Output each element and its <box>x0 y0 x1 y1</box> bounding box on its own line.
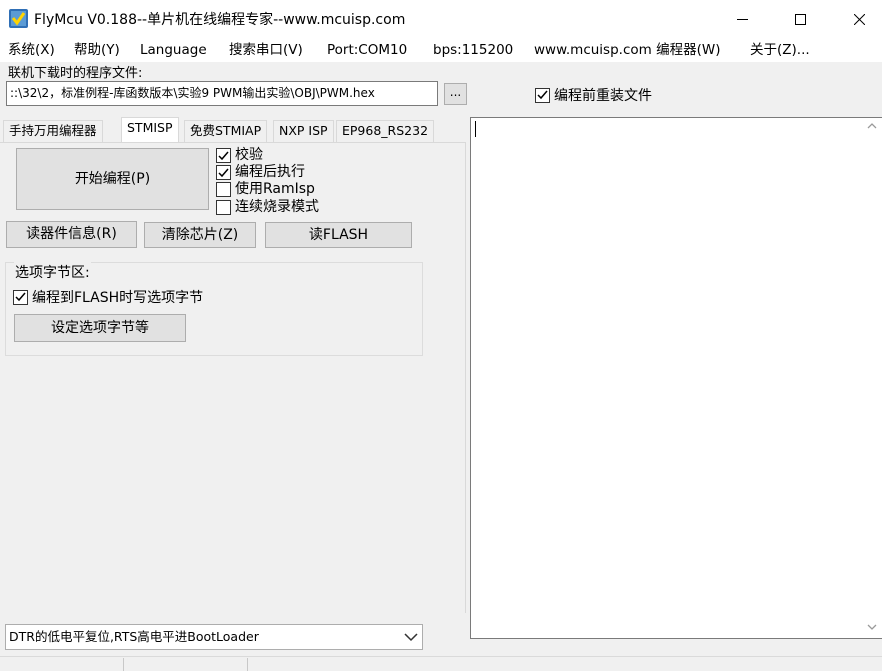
checkbox-unchecked-icon <box>216 182 231 197</box>
tab-stmisp[interactable]: STMISP <box>121 117 179 143</box>
tab-nxp-isp[interactable]: NXP ISP <box>273 120 334 142</box>
tab-free-stmiap[interactable]: 免费STMIAP <box>184 120 268 142</box>
close-button[interactable] <box>836 0 882 38</box>
write-option-bytes-label: 编程到FLASH时写选项字节 <box>32 290 204 306</box>
set-option-bytes-button[interactable]: 设定选项字节等 <box>14 314 186 342</box>
log-output-area[interactable] <box>470 117 882 639</box>
text-caret <box>475 121 476 137</box>
app-logo-icon <box>9 9 28 28</box>
erase-chip-button[interactable]: 清除芯片(Z) <box>144 222 256 248</box>
option-run-after-label: 编程后执行 <box>235 164 305 180</box>
checkbox-checked-icon <box>535 87 550 103</box>
option-verify-checkbox[interactable]: 校验 <box>216 147 263 164</box>
status-separator <box>123 658 124 671</box>
checkbox-unchecked-icon <box>216 200 231 215</box>
reset-mode-select[interactable]: DTR的低电平复位,RTS高电平进BootLoader <box>5 624 423 650</box>
reload-file-label: 编程前重装文件 <box>554 88 652 104</box>
menu-bps[interactable]: bps:115200 <box>433 42 513 58</box>
scroll-up-icon[interactable] <box>866 121 878 131</box>
write-option-bytes-checkbox[interactable]: 编程到FLASH时写选项字节 <box>13 287 203 307</box>
tab-handheld-programmer[interactable]: 手持万用编程器 <box>3 120 103 142</box>
checkbox-checked-icon <box>216 165 231 180</box>
minimize-button[interactable] <box>719 0 765 38</box>
chevron-down-icon <box>404 633 418 642</box>
close-icon <box>853 13 865 25</box>
checkbox-checked-icon <box>216 148 231 163</box>
menu-language[interactable]: Language <box>140 42 207 58</box>
scroll-down-icon[interactable] <box>866 622 878 632</box>
minimize-icon <box>736 18 748 20</box>
status-separator <box>247 658 248 671</box>
read-flash-button[interactable]: 读FLASH <box>265 222 412 248</box>
menu-port[interactable]: Port:COM10 <box>327 42 407 58</box>
menu-system[interactable]: 系统(X) <box>8 42 55 58</box>
file-path-field[interactable]: ::\32\2，标准例程-库函数版本\实验9 PWM输出实验\OBJ\PWM.h… <box>6 81 438 106</box>
menu-search-port[interactable]: 搜索串口(V) <box>229 42 303 58</box>
option-continuous-label: 连续烧录模式 <box>235 199 319 215</box>
option-ramisp-checkbox[interactable]: 使用RamIsp <box>216 181 315 198</box>
read-device-info-button[interactable]: 读器件信息(R) <box>6 221 137 248</box>
menu-about[interactable]: 关于(Z)... <box>750 42 810 58</box>
file-label: 联机下载时的程序文件: <box>8 66 143 81</box>
option-ramisp-label: 使用RamIsp <box>235 181 315 197</box>
status-bar <box>0 656 882 671</box>
reload-file-checkbox[interactable]: 编程前重装文件 <box>535 85 652 105</box>
maximize-icon <box>794 13 806 25</box>
option-continuous-checkbox[interactable]: 连续烧录模式 <box>216 199 319 216</box>
start-programming-button[interactable]: 开始编程(P) <box>16 148 209 210</box>
option-run-after-checkbox[interactable]: 编程后执行 <box>216 164 305 181</box>
menu-help[interactable]: 帮助(Y) <box>74 42 120 58</box>
checkbox-checked-icon <box>13 289 28 305</box>
option-verify-label: 校验 <box>235 147 263 163</box>
maximize-button[interactable] <box>777 0 823 38</box>
option-bytes-title: 选项字节区: <box>14 262 91 282</box>
window-title: FlyMcu V0.188--单片机在线编程专家--www.mcuisp.com <box>34 12 406 28</box>
browse-button[interactable]: ... <box>444 83 467 105</box>
tab-ep968-rs232[interactable]: EP968_RS232 <box>336 120 435 142</box>
menu-programmer[interactable]: www.mcuisp.com 编程器(W) <box>534 42 720 58</box>
reset-mode-value: DTR的低电平复位,RTS高电平进BootLoader <box>9 629 259 644</box>
